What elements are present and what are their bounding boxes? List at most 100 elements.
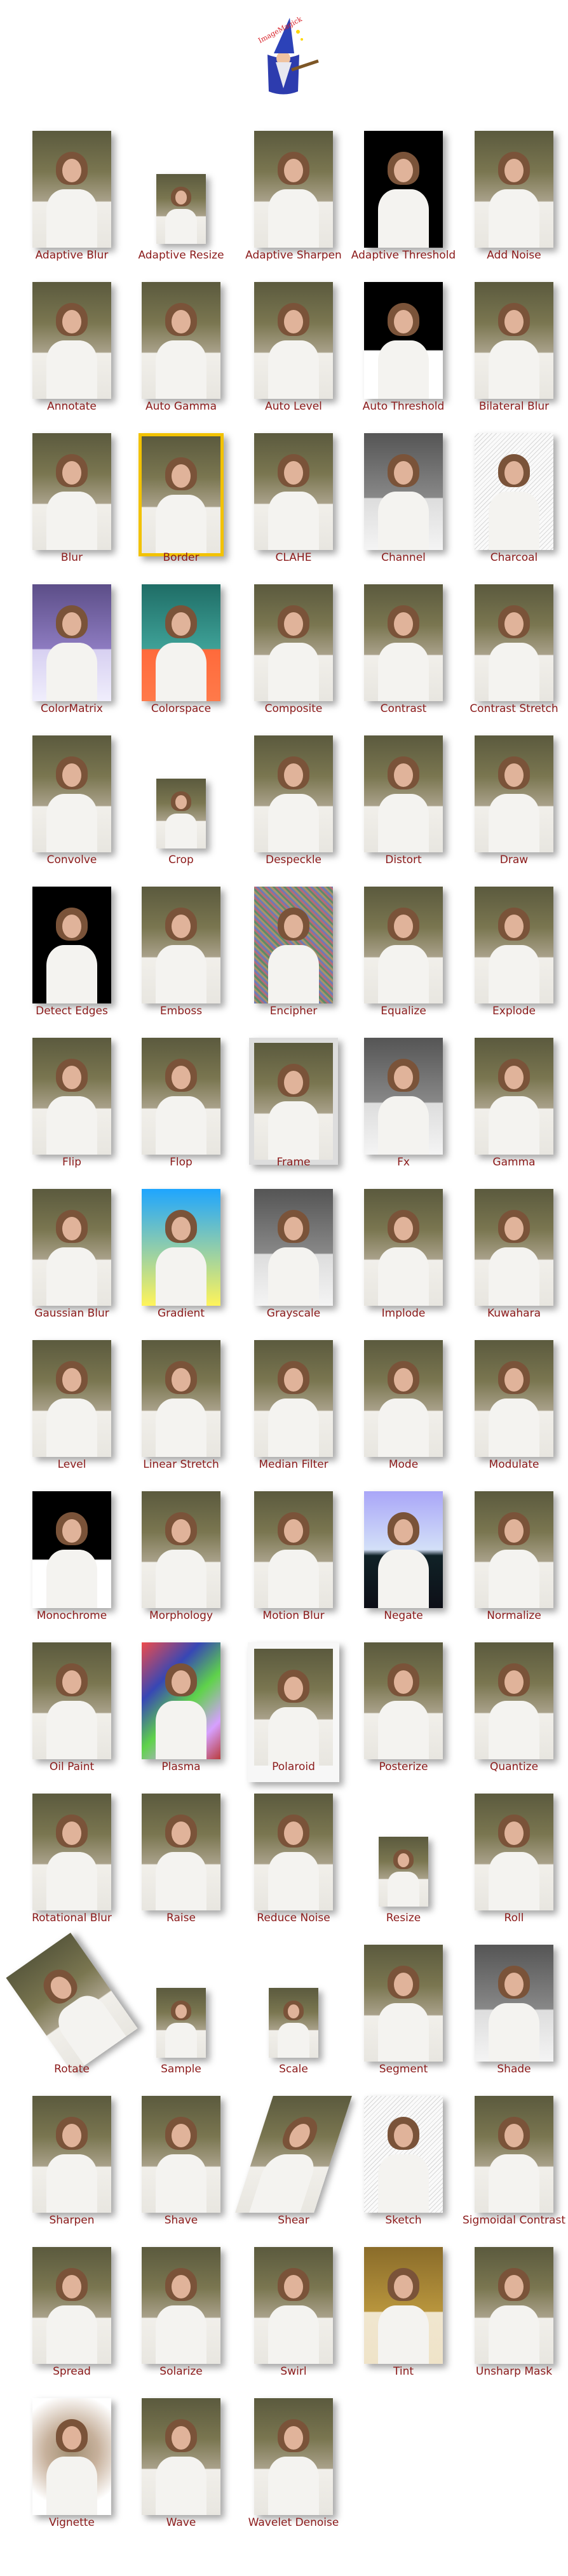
effect-contrast[interactable]: Contrast [347, 577, 460, 730]
effect-label[interactable]: Sharpen [15, 2214, 128, 2227]
effect-reduce-noise[interactable]: Reduce Noise [237, 1786, 350, 1939]
effect-thumbnail[interactable] [32, 887, 111, 1003]
effect-thumbnail[interactable] [142, 1794, 220, 1910]
effect-thumbnail[interactable] [142, 1038, 220, 1155]
effect-label[interactable]: Grayscale [237, 1307, 350, 1320]
effect-thumbnail[interactable] [475, 1038, 553, 1155]
effect-thumbnail[interactable] [32, 1642, 111, 1759]
effect-thumbnail[interactable] [32, 1491, 111, 1608]
effect-label[interactable]: Wavelet Denoise [237, 2516, 350, 2529]
effect-thumbnail[interactable] [32, 433, 111, 550]
effect-label[interactable]: CLAHE [237, 551, 350, 564]
effect-blur[interactable]: Blur [15, 426, 128, 579]
effect-thumbnail[interactable] [475, 1189, 553, 1306]
effect-thumbnail[interactable] [364, 433, 443, 550]
effect-emboss[interactable]: Emboss [125, 879, 238, 1032]
effect-thumbnail[interactable] [475, 1794, 553, 1910]
effect-quantize[interactable]: Quantize [457, 1635, 568, 1788]
effect-thumbnail[interactable] [142, 584, 220, 701]
effect-thumbnail[interactable] [32, 1038, 111, 1155]
effect-crop[interactable]: Crop [125, 728, 238, 881]
effect-adaptive-threshold[interactable]: Adaptive Threshold [347, 123, 460, 276]
effect-auto-level[interactable]: Auto Level [237, 274, 350, 427]
effect-thumbnail[interactable] [364, 735, 443, 852]
effect-thumbnail[interactable] [32, 1794, 111, 1910]
effect-thumbnail[interactable] [475, 735, 553, 852]
effect-charcoal[interactable]: Charcoal [457, 426, 568, 579]
effect-thumbnail[interactable] [142, 282, 220, 399]
effect-label[interactable]: Distort [347, 854, 460, 866]
effect-label[interactable]: Motion Blur [237, 1609, 350, 1622]
effect-thumbnail[interactable] [475, 2096, 553, 2213]
effect-label[interactable]: Flop [125, 1156, 238, 1169]
effect-label[interactable]: Add Noise [457, 249, 568, 262]
effect-thumbnail[interactable] [475, 433, 553, 550]
effect-negate[interactable]: Negate [347, 1484, 460, 1637]
effect-thumbnail[interactable] [249, 1038, 338, 1165]
effect-label[interactable]: Segment [347, 2063, 460, 2076]
effect-unsharp-mask[interactable]: Unsharp Mask [457, 2239, 568, 2392]
effect-raise[interactable]: Raise [125, 1786, 238, 1939]
effect-label[interactable]: Tint [347, 2365, 460, 2378]
effect-motion-blur[interactable]: Motion Blur [237, 1484, 350, 1637]
effect-grayscale[interactable]: Grayscale [237, 1181, 350, 1334]
effect-thumbnail[interactable] [142, 2096, 220, 2213]
effect-label[interactable]: Auto Level [237, 400, 350, 413]
effect-shade[interactable]: Shade [457, 1937, 568, 2090]
effect-label[interactable]: Annotate [15, 400, 128, 413]
effect-posterize[interactable]: Posterize [347, 1635, 460, 1788]
effect-thumbnail[interactable] [364, 1945, 443, 2062]
effect-label[interactable]: Level [15, 1458, 128, 1471]
effect-sketch[interactable]: Sketch [347, 2088, 460, 2241]
effect-label[interactable]: Contrast Stretch [457, 702, 568, 715]
effect-label[interactable]: Median Filter [237, 1458, 350, 1471]
effect-label[interactable]: Colorspace [125, 702, 238, 715]
effect-thumbnail[interactable] [364, 1340, 443, 1457]
effect-label[interactable]: Auto Gamma [125, 400, 238, 413]
effect-thumbnail[interactable] [32, 2398, 111, 2515]
effect-thumbnail[interactable] [364, 584, 443, 701]
effect-shear[interactable]: Shear [235, 2088, 352, 2241]
effect-thumbnail[interactable] [364, 2096, 443, 2213]
effect-label[interactable]: Draw [457, 854, 568, 866]
effect-label[interactable]: Shade [457, 2063, 568, 2076]
effect-thumbnail[interactable] [254, 735, 333, 852]
effect-label[interactable]: Rotational Blur [15, 1912, 128, 1924]
effect-label[interactable]: Unsharp Mask [457, 2365, 568, 2378]
effect-thumbnail[interactable] [142, 1491, 220, 1608]
effect-adaptive-blur[interactable]: Adaptive Blur [15, 123, 128, 276]
effect-gamma[interactable]: Gamma [457, 1030, 568, 1183]
effect-thumbnail[interactable] [475, 1491, 553, 1608]
effect-thumbnail[interactable] [254, 1340, 333, 1457]
effect-label[interactable]: ColorMatrix [15, 702, 128, 715]
effect-channel[interactable]: Channel [347, 426, 460, 579]
effect-label[interactable]: Shear [237, 2214, 350, 2227]
effect-label[interactable]: Detect Edges [15, 1005, 128, 1017]
effect-label[interactable]: Despeckle [237, 854, 350, 866]
effect-fx[interactable]: Fx [347, 1030, 460, 1183]
effect-label[interactable]: Sigmoidal Contrast [457, 2214, 568, 2227]
effect-thumbnail[interactable] [475, 1340, 553, 1457]
effect-kuwahara[interactable]: Kuwahara [457, 1181, 568, 1334]
effect-label[interactable]: Morphology [125, 1609, 238, 1622]
effect-label[interactable]: Roll [457, 1912, 568, 1924]
effect-label[interactable]: Spread [15, 2365, 128, 2378]
effect-thumbnail[interactable] [235, 2096, 352, 2213]
effect-solarize[interactable]: Solarize [125, 2239, 238, 2392]
effect-encipher[interactable]: Encipher [237, 879, 350, 1032]
effect-label[interactable]: Adaptive Resize [125, 249, 238, 262]
effect-thumbnail[interactable] [475, 1945, 553, 2062]
effect-thumbnail[interactable] [379, 1837, 428, 1907]
effect-label[interactable]: Bilateral Blur [457, 400, 568, 413]
effect-label[interactable]: Swirl [237, 2365, 350, 2378]
effect-thumbnail[interactable] [32, 584, 111, 701]
effect-thumbnail[interactable] [254, 282, 333, 399]
effect-thumbnail[interactable] [475, 584, 553, 701]
effect-despeckle[interactable]: Despeckle [237, 728, 350, 881]
effect-thumbnail[interactable] [364, 1642, 443, 1759]
effect-normalize[interactable]: Normalize [457, 1484, 568, 1637]
effect-thumbnail[interactable] [142, 2398, 220, 2515]
effect-label[interactable]: Border [125, 551, 238, 564]
effect-thumbnail[interactable] [254, 1794, 333, 1910]
effect-label[interactable]: Modulate [457, 1458, 568, 1471]
